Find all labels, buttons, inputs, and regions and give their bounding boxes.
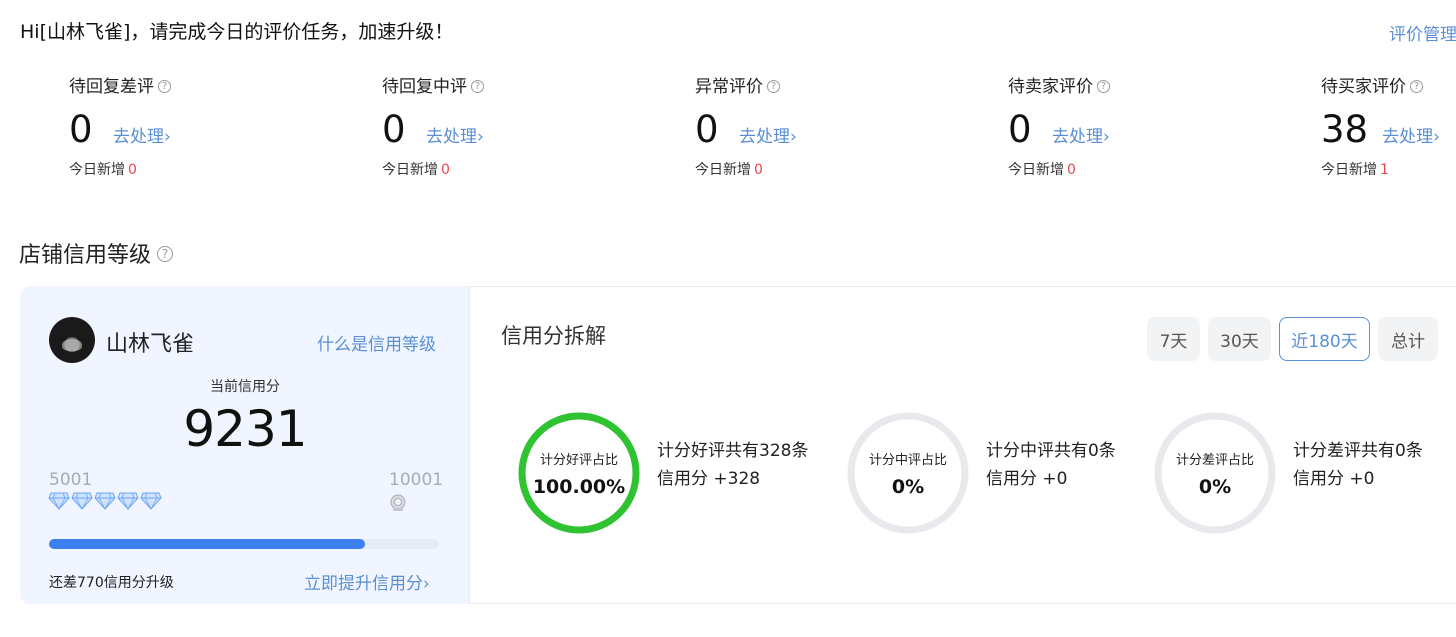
stat-value: 38: [1321, 108, 1369, 151]
stat-pending-seller: 待卖家评价? 0 去处理› 今日新增 0: [1008, 72, 1268, 179]
chevron-right-icon: ›: [790, 127, 797, 147]
diamond-icon: [140, 492, 162, 510]
breakdown-title: 信用分拆解: [501, 324, 606, 348]
ring-label: 计分中评占比: [868, 452, 947, 468]
today-new-label: 今日新增: [382, 162, 438, 178]
credit-score-card: 山林飞雀 什么是信用等级 当前信用分 9231 5001 10001 还差770…: [20, 286, 470, 604]
question-circle-icon[interactable]: ?: [158, 79, 171, 93]
ring-label: 计分差评占比: [1175, 452, 1254, 468]
stat-title: 待回复中评: [382, 77, 467, 97]
go-process-link[interactable]: 去处理›: [113, 122, 171, 147]
stat-title: 待回复差评: [69, 77, 154, 97]
ring-desc-count: 计分中评共有0条: [986, 441, 1116, 461]
review-management-link[interactable]: 评价管理: [1389, 20, 1456, 45]
chevron-right-icon: ›: [423, 574, 430, 594]
question-circle-icon[interactable]: ?: [1097, 79, 1110, 93]
stat-title: 异常评价: [695, 77, 763, 97]
question-circle-icon[interactable]: ?: [471, 79, 484, 93]
diamond-icon: [71, 492, 93, 510]
stat-pending-negative: 待回复差评? 0 去处理› 今日新增 0: [69, 72, 329, 179]
question-circle-icon[interactable]: ?: [767, 79, 780, 93]
ring-desc-score: 信用分 +328: [657, 469, 761, 489]
credit-progress-fill: [49, 539, 365, 549]
credit-breakdown-card: 信用分拆解 7天 30天 近180天 总计 计分好评占比 100.00% 计分好…: [469, 286, 1456, 604]
go-process-link[interactable]: 去处理›: [1382, 122, 1440, 147]
ring-value: 0%: [891, 475, 925, 498]
stat-title: 待卖家评价: [1008, 77, 1093, 97]
section-title-text: 店铺信用等级: [19, 243, 152, 268]
what-is-credit-level-link[interactable]: 什么是信用等级: [317, 330, 436, 355]
ring-desc-count: 计分差评共有0条: [1293, 441, 1423, 461]
today-new-count: 0: [754, 162, 763, 178]
stat-value: 0: [69, 108, 93, 151]
ring-value: 100.00%: [532, 475, 626, 498]
positive-ratio-block: 计分好评占比 100.00% 计分好评共有328条 信用分 +328: [517, 411, 808, 535]
period-tabs: 7天 30天 近180天 总计: [1147, 317, 1438, 361]
negative-ratio-ring: 计分差评占比 0%: [1153, 411, 1277, 535]
today-new-count: 0: [1067, 162, 1076, 178]
tab-180-days[interactable]: 近180天: [1279, 317, 1370, 361]
current-credit-value: 9231: [183, 400, 307, 458]
current-credit-label: 当前信用分: [210, 379, 280, 395]
ring-value: 0%: [1198, 475, 1232, 498]
chevron-right-icon: ›: [477, 127, 484, 147]
tab-30-days[interactable]: 30天: [1208, 317, 1271, 361]
shop-name: 山林飞雀: [106, 332, 195, 357]
chevron-right-icon: ›: [1103, 127, 1110, 147]
positive-ratio-ring: 计分好评占比 100.00%: [517, 411, 641, 535]
range-min-value: 5001: [49, 470, 93, 490]
stat-value: 0: [382, 108, 406, 151]
today-new-count: 0: [441, 162, 450, 178]
level-diamonds: [48, 492, 162, 510]
today-new-count: 0: [128, 162, 137, 178]
diamond-icon: [94, 492, 116, 510]
diamond-icon: [117, 492, 139, 510]
tab-total[interactable]: 总计: [1378, 317, 1438, 361]
neutral-ratio-block: 计分中评占比 0% 计分中评共有0条 信用分 +0: [846, 411, 1116, 535]
crown-icon: [390, 494, 406, 511]
stat-abnormal: 异常评价? 0 去处理› 今日新增 0: [695, 72, 955, 179]
greeting-text: Hi[山林飞雀]，请完成今日的评价任务，加速升级！: [20, 21, 454, 43]
range-max-value: 10001: [389, 470, 444, 490]
diamond-icon: [48, 492, 70, 510]
tab-7-days[interactable]: 7天: [1147, 317, 1200, 361]
ring-desc-score: 信用分 +0: [986, 469, 1068, 489]
stat-pending-neutral: 待回复中评? 0 去处理› 今日新增 0: [382, 72, 642, 179]
chevron-right-icon: ›: [164, 127, 171, 147]
today-new-label: 今日新增: [1008, 162, 1064, 178]
chevron-right-icon: ›: [1433, 127, 1440, 147]
credit-progress-bar: [49, 539, 439, 549]
go-process-link[interactable]: 去处理›: [426, 122, 484, 147]
ring-label: 计分好评占比: [539, 452, 618, 468]
question-circle-icon[interactable]: ?: [1410, 79, 1423, 93]
boost-credit-link[interactable]: 立即提升信用分›: [304, 569, 430, 594]
ring-desc-count: 计分好评共有328条: [657, 441, 809, 461]
today-new-label: 今日新增: [695, 162, 751, 178]
avatar: [49, 317, 95, 363]
question-circle-icon[interactable]: ?: [157, 246, 174, 262]
stat-pending-buyer: 待买家评价? 38 去处理› 今日新增 1: [1321, 72, 1456, 179]
remaining-credit-text: 还差770信用分升级: [49, 575, 174, 591]
neutral-ratio-ring: 计分中评占比 0%: [846, 411, 970, 535]
go-process-link[interactable]: 去处理›: [739, 122, 797, 147]
stat-value: 0: [695, 108, 719, 151]
today-new-label: 今日新增: [69, 162, 125, 178]
credit-level-title: 店铺信用等级 ?: [19, 237, 174, 269]
stat-title: 待买家评价: [1321, 77, 1406, 97]
ring-desc-score: 信用分 +0: [1293, 469, 1375, 489]
today-new-count: 1: [1380, 162, 1389, 178]
today-new-label: 今日新增: [1321, 162, 1377, 178]
negative-ratio-block: 计分差评占比 0% 计分差评共有0条 信用分 +0: [1153, 411, 1423, 535]
go-process-link[interactable]: 去处理›: [1052, 122, 1110, 147]
stat-value: 0: [1008, 108, 1032, 151]
